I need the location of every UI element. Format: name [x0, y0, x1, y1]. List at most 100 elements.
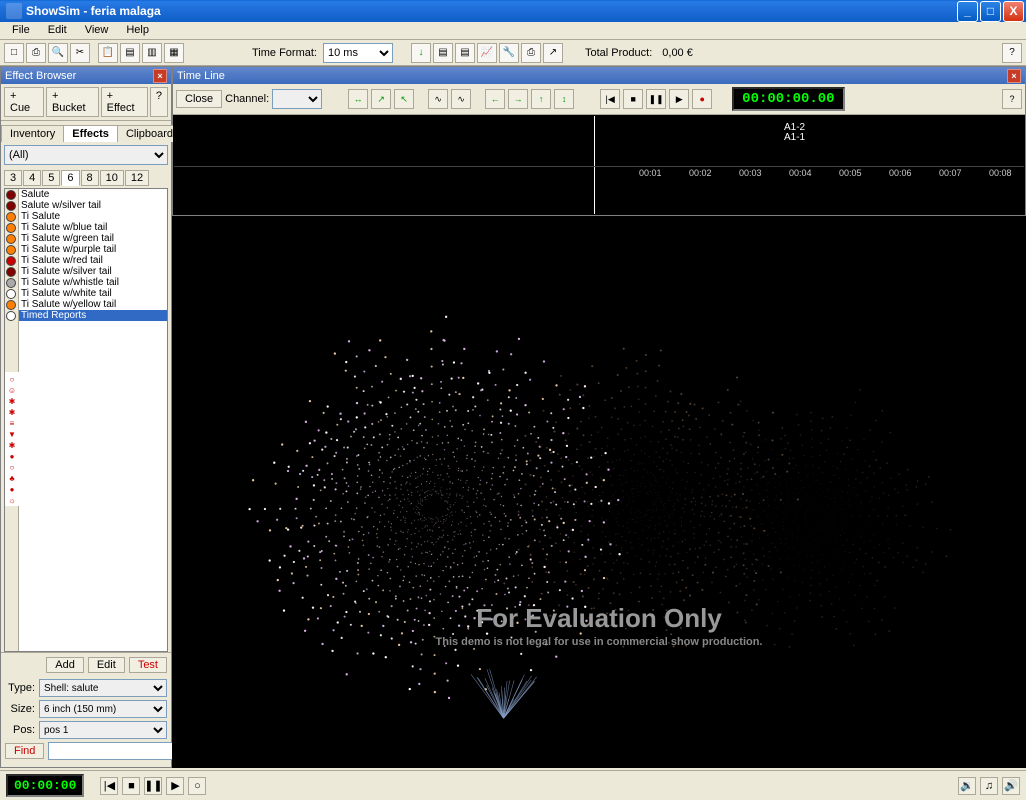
export-icon[interactable]: ↗ — [543, 43, 563, 63]
tool2-icon[interactable]: ⎙ — [521, 43, 541, 63]
effect-item[interactable]: Ti Salute w/whistle tail — [19, 277, 167, 288]
shape-icon[interactable]: ✱ — [5, 407, 19, 418]
sb-stop-icon[interactable]: ■ — [122, 777, 140, 795]
add-bucket-button[interactable]: + Bucket — [46, 87, 99, 117]
paste-icon[interactable]: 📋 — [98, 43, 118, 63]
tl-wave1-icon[interactable]: ∿ — [428, 89, 448, 109]
new-icon[interactable]: □ — [4, 43, 24, 63]
size-tab-4[interactable]: 4 — [23, 170, 41, 186]
menu-view[interactable]: View — [77, 23, 117, 38]
size-tab-6[interactable]: 6 — [61, 170, 79, 186]
menu-file[interactable]: File — [4, 23, 38, 38]
timeline-close-button[interactable]: Close — [176, 90, 222, 108]
tl-wave2-icon[interactable]: ∿ — [451, 89, 471, 109]
stop-icon[interactable]: ■ — [623, 89, 643, 109]
tl-nav2-icon[interactable]: ↗ — [371, 89, 391, 109]
shape-icon[interactable]: ☺ — [5, 385, 19, 396]
shape-icon[interactable]: ○ — [5, 462, 19, 473]
channel-select[interactable] — [272, 89, 322, 109]
shape-icon[interactable]: ☼ — [5, 495, 19, 506]
play-icon[interactable]: ▶ — [669, 89, 689, 109]
size-tab-3[interactable]: 3 — [4, 170, 22, 186]
effect-item[interactable]: Ti Salute w/silver tail — [19, 266, 167, 277]
effect-item[interactable]: Ti Salute w/purple tail — [19, 244, 167, 255]
shape-icon[interactable]: ♣ — [5, 473, 19, 484]
tl-nav1-icon[interactable]: ↔ — [348, 89, 368, 109]
effect-item[interactable]: Ti Salute — [19, 211, 167, 222]
size-tab-8[interactable]: 8 — [81, 170, 99, 186]
effect-item[interactable]: Ti Salute w/yellow tail — [19, 299, 167, 310]
sb-speaker-icon[interactable]: 🔉 — [958, 777, 976, 795]
stack-icon[interactable]: ▤ — [120, 43, 140, 63]
menu-help[interactable]: Help — [118, 23, 157, 38]
pause-icon[interactable]: ❚❚ — [646, 89, 666, 109]
tl-up-icon[interactable]: ↑ — [531, 89, 551, 109]
effect-item[interactable]: Ti Salute w/green tail — [19, 233, 167, 244]
shape-icon[interactable]: ≡ — [5, 418, 19, 429]
simulation-view[interactable]: For Evaluation Only This demo is not leg… — [172, 216, 1026, 768]
type-select[interactable]: Shell: salute — [39, 679, 167, 697]
size-tab-10[interactable]: 10 — [100, 170, 124, 186]
search-icon[interactable]: 🔍 — [48, 43, 68, 63]
effect-item[interactable]: Ti Salute w/white tail — [19, 288, 167, 299]
effect-item[interactable]: Timed Reports — [19, 310, 167, 321]
effect-item[interactable]: Salute — [19, 189, 167, 200]
effects-list[interactable]: SaluteSalute w/silver tailTi SaluteTi Sa… — [19, 189, 167, 651]
effect-browser-close-icon[interactable]: × — [153, 69, 167, 83]
add-effect-button[interactable]: + Effect — [101, 87, 148, 117]
tab-inventory[interactable]: Inventory — [1, 125, 64, 142]
shape-icon[interactable]: ○ — [5, 374, 19, 385]
record-icon[interactable]: ● — [692, 89, 712, 109]
skip-start-icon[interactable]: |◀ — [600, 89, 620, 109]
shape-icon[interactable]: ▼ — [5, 429, 19, 440]
menu-edit[interactable]: Edit — [40, 23, 75, 38]
test-button[interactable]: Test — [129, 657, 167, 673]
size-tab-5[interactable]: 5 — [42, 170, 60, 186]
sb-record-icon[interactable]: ○ — [188, 777, 206, 795]
shape-icon[interactable]: ● — [5, 451, 19, 462]
pos-select[interactable]: pos 1 — [39, 721, 167, 739]
cut-icon[interactable]: ✂ — [70, 43, 90, 63]
size-tab-12[interactable]: 12 — [125, 170, 149, 186]
shape-icon[interactable]: ● — [5, 484, 19, 495]
effect-item[interactable]: Ti Salute w/blue tail — [19, 222, 167, 233]
sb-pause-icon[interactable]: ❚❚ — [144, 777, 162, 795]
sb-play-icon[interactable]: ▶ — [166, 777, 184, 795]
list2-icon[interactable]: ▤ — [455, 43, 475, 63]
close-button[interactable]: X — [1003, 1, 1024, 22]
shape-icon[interactable]: ✱ — [5, 440, 19, 451]
tl-left-icon[interactable]: ← — [485, 89, 505, 109]
list1-icon[interactable]: ▤ — [433, 43, 453, 63]
tl-right-icon[interactable]: → — [508, 89, 528, 109]
add-button[interactable]: Add — [46, 657, 84, 673]
tl-nav3-icon[interactable]: ↖ — [394, 89, 414, 109]
down-arrow-icon[interactable]: ↓ — [411, 43, 431, 63]
tl-updown-icon[interactable]: ↕ — [554, 89, 574, 109]
tool1-icon[interactable]: 🔧 — [499, 43, 519, 63]
grid-icon[interactable]: ▦ — [164, 43, 184, 63]
filter-select[interactable]: (All) — [4, 145, 168, 165]
print-icon[interactable]: ⎙ — [26, 43, 46, 63]
bars-icon[interactable]: ▥ — [142, 43, 162, 63]
eb-help-button[interactable]: ? — [150, 87, 168, 117]
timeline-grid[interactable]: A1-2 A1-1 00:0100:0200:0300:0400:0500:06… — [173, 115, 1025, 215]
effect-item[interactable]: Salute w/silver tail — [19, 200, 167, 211]
edit-button[interactable]: Edit — [88, 657, 125, 673]
timeline-close-icon[interactable]: × — [1007, 69, 1021, 83]
size-select[interactable]: 6 inch (150 mm) — [39, 700, 167, 718]
effect-item[interactable]: Ti Salute w/red tail — [19, 255, 167, 266]
sb-music-icon[interactable]: ♫ — [980, 777, 998, 795]
sb-volume-icon[interactable]: 🔊 — [1002, 777, 1020, 795]
shape-icon[interactable]: ✱ — [5, 396, 19, 407]
find-button[interactable]: Find — [5, 743, 44, 759]
maximize-button[interactable]: □ — [980, 1, 1001, 22]
add-cue-button[interactable]: + Cue — [4, 87, 44, 117]
tab-effects[interactable]: Effects — [63, 125, 118, 142]
minimize-button[interactable]: _ — [957, 1, 978, 22]
find-input[interactable] — [48, 742, 182, 760]
time-format-select[interactable]: 10 ms — [323, 43, 393, 63]
timeline-help-button[interactable]: ? — [1002, 89, 1022, 109]
playhead-marker[interactable] — [594, 116, 595, 214]
sb-skip-start-icon[interactable]: |◀ — [100, 777, 118, 795]
help-toolbar-button[interactable]: ? — [1002, 43, 1022, 63]
